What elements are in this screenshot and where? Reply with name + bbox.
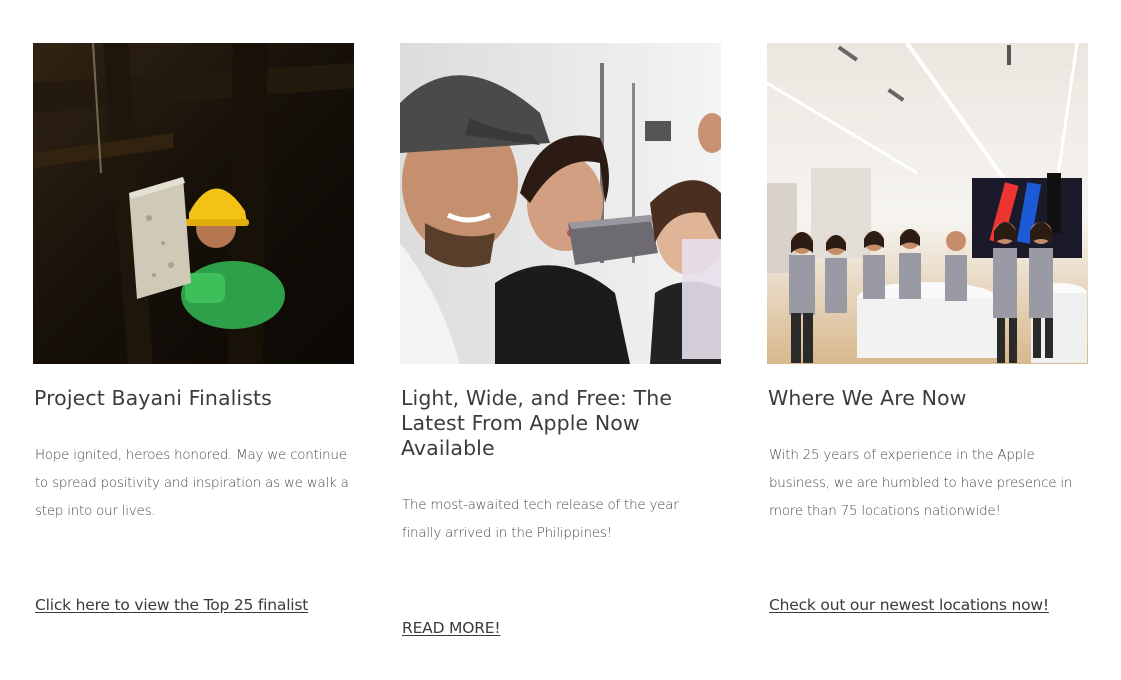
card-description: The most-awaited tech release of the yea… [402,498,679,541]
view-finalists-link[interactable]: Click here to view the Top 25 finalist [35,596,308,614]
apple-launch-customers-photo[interactable] [400,43,721,364]
card-description: Hope ignited, heroes honored. May we con… [35,448,349,519]
article-card-apple-release: Light, Wide, and Free: The Latest From A… [400,43,721,637]
card-title: Light, Wide, and Free: The Latest From A… [401,386,673,460]
article-card-locations: Where We Are Now With 25 years of experi… [767,43,1088,614]
card-title: Project Bayani Finalists [34,386,272,410]
construction-worker-photo[interactable] [33,43,354,364]
article-grid: Project Bayani Finalists Hope ignited, h… [0,0,1121,680]
newest-locations-link[interactable]: Check out our newest locations now! [769,596,1049,614]
read-more-link[interactable]: READ MORE! [402,619,501,637]
card-title: Where We Are Now [768,386,967,410]
store-staff-photo[interactable] [767,43,1088,364]
card-description: With 25 years of experience in the Apple… [769,448,1073,519]
article-card-project-bayani: Project Bayani Finalists Hope ignited, h… [33,43,354,614]
